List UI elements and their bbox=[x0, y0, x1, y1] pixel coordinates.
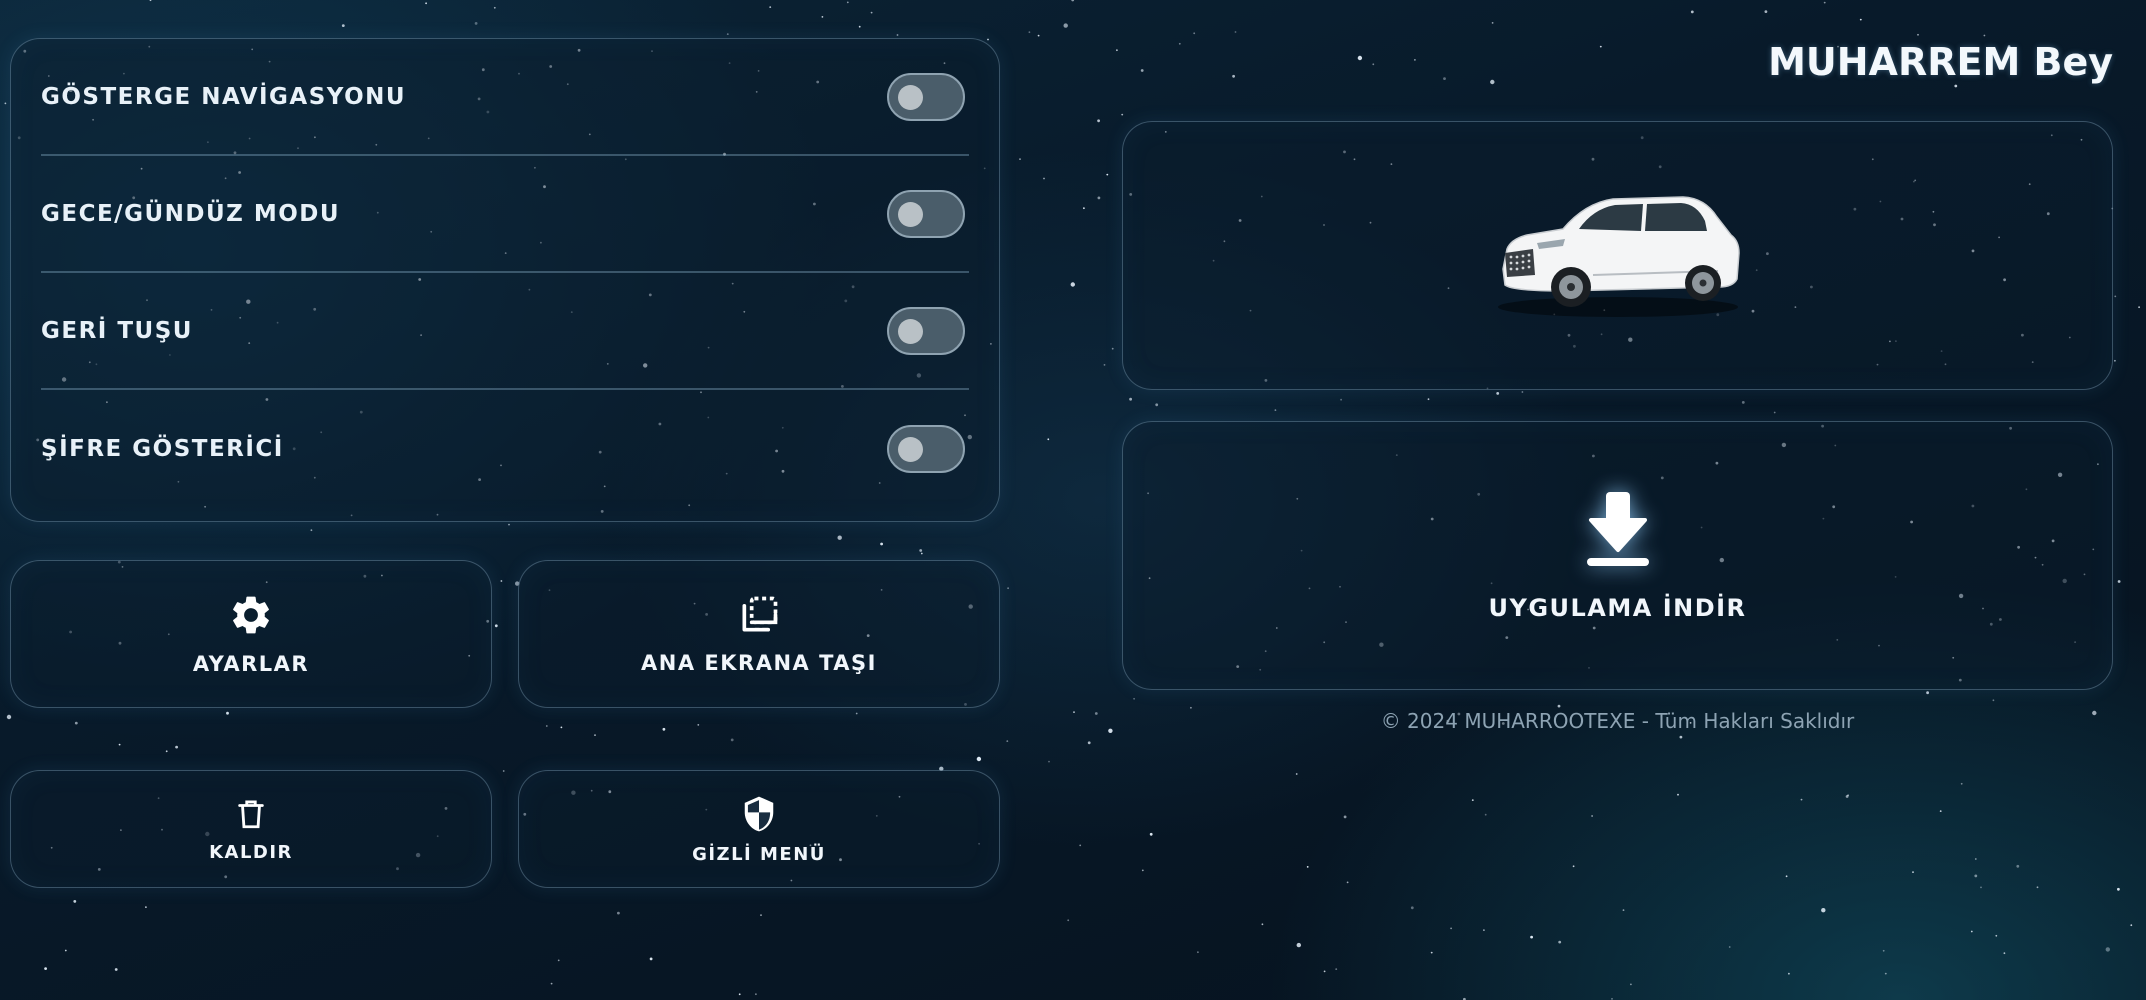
toggle-row-navigation: GÖSTERGE NAVİGASYONU bbox=[41, 39, 969, 156]
toggle-row-day-night: GECE/GÜNDÜZ MODU bbox=[41, 156, 969, 273]
car-image bbox=[1493, 191, 1743, 321]
user-greeting: MUHARREM Bey bbox=[1768, 40, 2113, 84]
gear-icon bbox=[228, 592, 274, 638]
toggle-label: GECE/GÜNDÜZ MODU bbox=[41, 200, 341, 227]
toggle-row-password: ŞİFRE GÖSTERİCİ bbox=[41, 390, 969, 507]
remove-label: KALDIR bbox=[209, 841, 293, 863]
toggle-label: GÖSTERGE NAVİGASYONU bbox=[41, 83, 407, 110]
toggle-knob bbox=[898, 201, 923, 227]
toggle-row-back-button: GERİ TUŞU bbox=[41, 273, 969, 390]
vehicle-panel bbox=[1122, 121, 2113, 390]
copyright-footer: © 2024 MUHARROOTEXE - Tüm Hakları Saklıd… bbox=[1380, 709, 1855, 733]
shield-icon bbox=[740, 794, 778, 834]
trash-icon bbox=[234, 796, 268, 832]
hidden-menu-label: GİZLİ MENÜ bbox=[692, 843, 826, 865]
day-night-toggle-switch[interactable] bbox=[887, 189, 965, 238]
download-app-label: UYGULAMA İNDİR bbox=[1488, 593, 1747, 622]
settings-label: AYARLAR bbox=[192, 652, 310, 676]
settings-button[interactable]: AYARLAR bbox=[10, 560, 492, 708]
toggle-label: ŞİFRE GÖSTERİCİ bbox=[41, 435, 284, 462]
back-button-toggle-switch[interactable] bbox=[887, 306, 965, 355]
toggle-label: GERİ TUŞU bbox=[41, 317, 193, 344]
download-icon bbox=[1585, 490, 1651, 568]
hidden-menu-button[interactable]: GİZLİ MENÜ bbox=[518, 770, 1000, 888]
toggle-knob bbox=[898, 84, 923, 110]
move-to-home-button[interactable]: ANA EKRANA TAŞI bbox=[518, 560, 1000, 708]
toggle-knob bbox=[898, 436, 923, 462]
download-app-button[interactable]: UYGULAMA İNDİR bbox=[1122, 421, 2113, 690]
toggle-settings-panel: GÖSTERGE NAVİGASYONU GECE/GÜNDÜZ MODU GE… bbox=[10, 38, 1000, 522]
password-toggle-switch[interactable] bbox=[887, 424, 965, 473]
remove-button[interactable]: KALDIR bbox=[10, 770, 492, 888]
move-to-home-label: ANA EKRANA TAŞI bbox=[641, 651, 877, 675]
navigation-toggle-switch[interactable] bbox=[887, 72, 965, 121]
move-to-home-icon bbox=[737, 593, 781, 637]
toggle-knob bbox=[898, 318, 923, 344]
